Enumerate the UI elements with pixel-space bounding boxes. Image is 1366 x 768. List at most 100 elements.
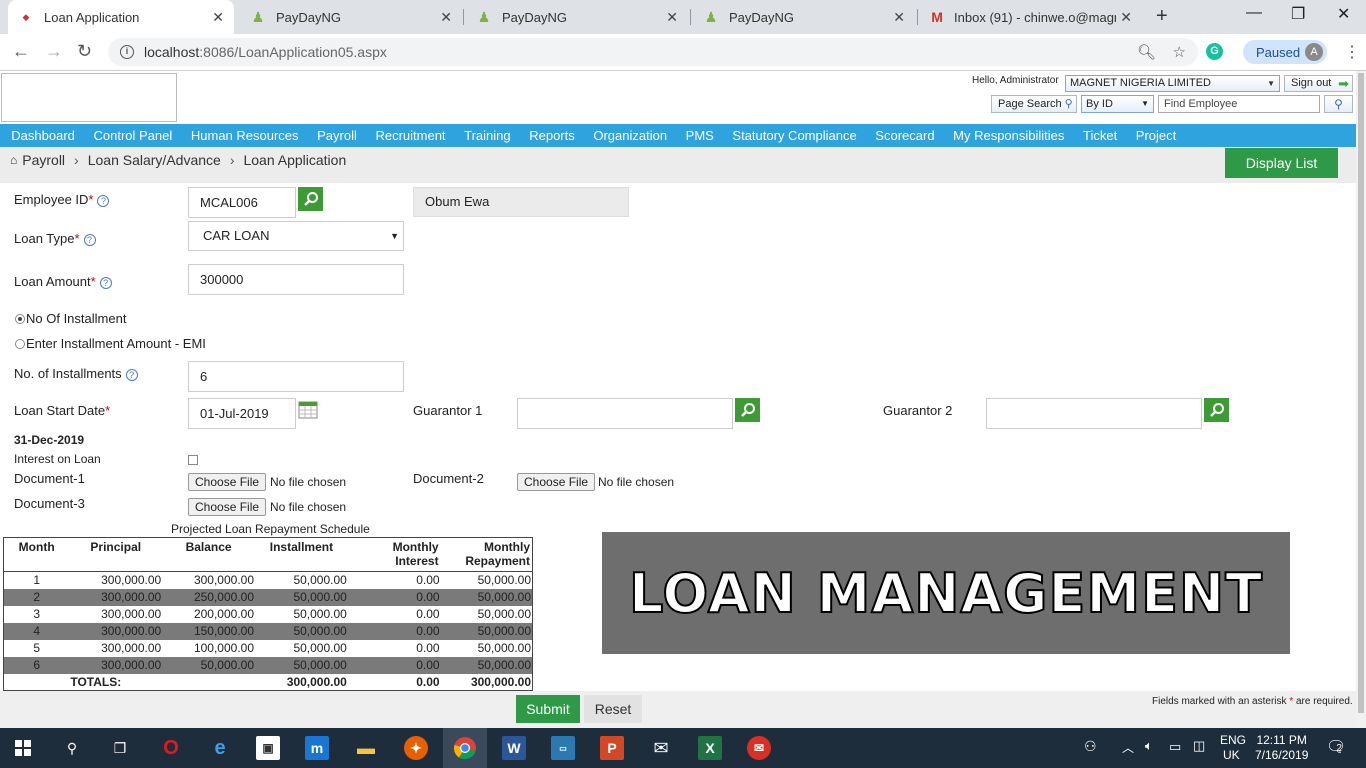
close-tab-icon[interactable]: ✕ [1116,9,1132,26]
table-row: 6 300,000.00 50,000.00 50,000.00 0.00 50… [3,656,533,674]
reload-icon[interactable]: ↻ [77,41,92,62]
guarantor-1-search-button[interactable] [735,398,760,422]
chevron-right-icon: › [229,152,235,168]
chrome-icon[interactable] [453,736,477,760]
table-cell: 2 [3,588,70,606]
back-arrow-icon[interactable]: ← [12,41,30,62]
close-tab-icon[interactable]: ✕ [440,9,452,26]
display-list-button[interactable]: Display List [1225,148,1338,178]
url-input[interactable]: i localhost:8086/LoanApplication05.aspx … [108,38,1198,66]
guarantor-2-field[interactable] [986,398,1202,429]
tab-paydayng-2[interactable]: ♟ PayDayNG ✕ [466,0,688,34]
submit-button[interactable]: Submit [516,695,580,723]
reset-button[interactable]: Reset [584,695,642,723]
help-icon[interactable]: ? [97,194,110,207]
opera-icon[interactable]: O [159,736,183,760]
employee-id-field[interactable]: MCAL006 [188,187,296,218]
info-icon[interactable]: i [120,45,134,59]
guarantor-2-search-button[interactable] [1204,398,1229,422]
sign-out-button[interactable]: Sign out ➡ [1284,75,1353,92]
find-employee-search-button[interactable]: ⚲ [1324,95,1353,113]
menu-item-pms[interactable]: PMS [676,128,723,143]
tab-gmail-inbox[interactable]: M Inbox (91) - chinwe.o@magnet ✕ [920,0,1142,34]
radio-unselected[interactable] [15,338,25,349]
minimize-icon[interactable]: — [1246,4,1262,22]
menu-item-recruitment[interactable]: Recruitment [366,128,455,143]
tab-loan-application[interactable]: ◆ Loan Application ✕ [8,0,234,34]
menu-item-reports[interactable]: Reports [520,128,584,143]
company-select[interactable]: MAGNET NIGERIA LIMITED ▼ [1065,75,1280,92]
required-asterisk: * [105,403,111,418]
loan-type-select[interactable]: CAR LOAN ▼ [188,221,404,251]
document-3-choose-file-button[interactable]: Choose File [188,498,267,516]
grammarly-icon[interactable]: G [1206,43,1223,60]
page-scrollbar[interactable] [1356,71,1366,728]
employee-search-button[interactable] [298,187,323,211]
new-tab-icon[interactable]: + [1156,5,1168,28]
menu-item-control-panel[interactable]: Control Panel [84,128,181,143]
tab-paydayng-1[interactable]: ♟ PayDayNG ✕ [240,0,462,34]
document-1-choose-file-button[interactable]: Choose File [188,473,267,491]
close-tab-icon[interactable]: ✕ [212,9,224,26]
menu-item-project[interactable]: Project [1127,128,1186,143]
menu-item-human-resources[interactable]: Human Resources [182,128,308,143]
required-asterisk: * [1289,696,1294,707]
menu-item-payroll[interactable]: Payroll [308,128,366,143]
table-cell: 300,000.00 [69,622,163,640]
search-icon [740,403,755,417]
zoom-and-bookmark-icons[interactable]: 🔍︎ ☆ [1137,43,1186,61]
loan-start-date-field[interactable]: 01-Jul-2019 [188,398,296,429]
help-icon[interactable]: ? [99,276,112,289]
menu-item-dashboard[interactable]: Dashboard [2,128,84,143]
no-of-installment-radio[interactable]: No Of Installment [15,311,126,326]
breadcrumb-loan-salary-advance[interactable]: Loan Salary/Advance [88,152,221,168]
interest-on-loan-checkbox[interactable] [188,455,198,465]
url-host: localhost [144,44,200,60]
firefox-icon[interactable]: ✦ [404,736,428,760]
table-cell: 50,000.00 [477,607,531,621]
guarantor-1-field[interactable] [517,398,733,429]
file-explorer-icon[interactable]: ▬ [354,736,378,760]
bookmark-star-icon[interactable]: ☆ [1173,44,1186,61]
edge-icon[interactable]: e [208,736,232,760]
menu-item-ticket[interactable]: Ticket [1074,128,1127,143]
menu-item-my-responsibilities[interactable]: My Responsibilities [944,128,1074,143]
help-icon[interactable]: ? [125,368,138,381]
menu-item-organization[interactable]: Organization [584,128,676,143]
find-employee-input[interactable]: Find Employee [1158,95,1320,113]
total-installment: 300,000.00 [286,674,347,689]
close-tab-icon[interactable]: ✕ [666,9,678,26]
close-window-icon[interactable]: ✕ [1337,4,1350,24]
table-header-row: Month Principal Balance Installment Mont… [3,538,533,572]
tab-paydayng-3[interactable]: ♟ PayDayNG ✕ [693,0,915,34]
profile-paused-button[interactable]: Paused A [1243,40,1327,64]
employee-name-display: Obum Ewa [413,187,629,217]
radio-selected[interactable] [15,313,25,324]
document-2-choose-file-button[interactable]: Choose File [517,473,596,491]
more-menu-icon[interactable]: ⋮ [1344,42,1360,62]
help-icon[interactable]: ? [83,233,96,246]
search-icon[interactable]: ⚲ [60,736,84,760]
installments-field[interactable]: 6 [188,361,404,392]
menu-item-statutory-compliance[interactable]: Statutory Compliance [723,128,866,143]
emi-radio[interactable]: Enter Installment Amount - EMI [15,336,206,351]
page-search-button[interactable]: Page Search ⚲ [991,95,1077,113]
maximize-icon[interactable]: ❐ [1291,4,1305,24]
close-tab-icon[interactable]: ✕ [893,9,905,26]
zoom-icon[interactable]: 🔍︎ [1137,44,1156,61]
task-view-icon[interactable]: ❐ [108,736,132,760]
calendar-icon[interactable] [298,399,318,419]
forward-arrow-icon[interactable]: → [45,41,63,62]
android-icon: ♟ [477,8,491,25]
scrollbar-thumb[interactable] [1358,73,1364,713]
loan-type-label: Loan Type*? [14,231,96,246]
gmail-icon: M [931,9,943,25]
menu-item-training[interactable]: Training [455,128,520,143]
store-icon[interactable]: ▣ [256,736,280,760]
search-by-select[interactable]: By ID ▼ [1081,95,1154,113]
breadcrumb-payroll[interactable]: Payroll [22,152,65,168]
teamviewer-icon[interactable]: m [305,736,329,760]
windows-start-icon[interactable] [15,740,31,756]
loan-amount-field[interactable]: 300000 [188,264,404,295]
menu-item-scorecard[interactable]: Scorecard [866,128,944,143]
